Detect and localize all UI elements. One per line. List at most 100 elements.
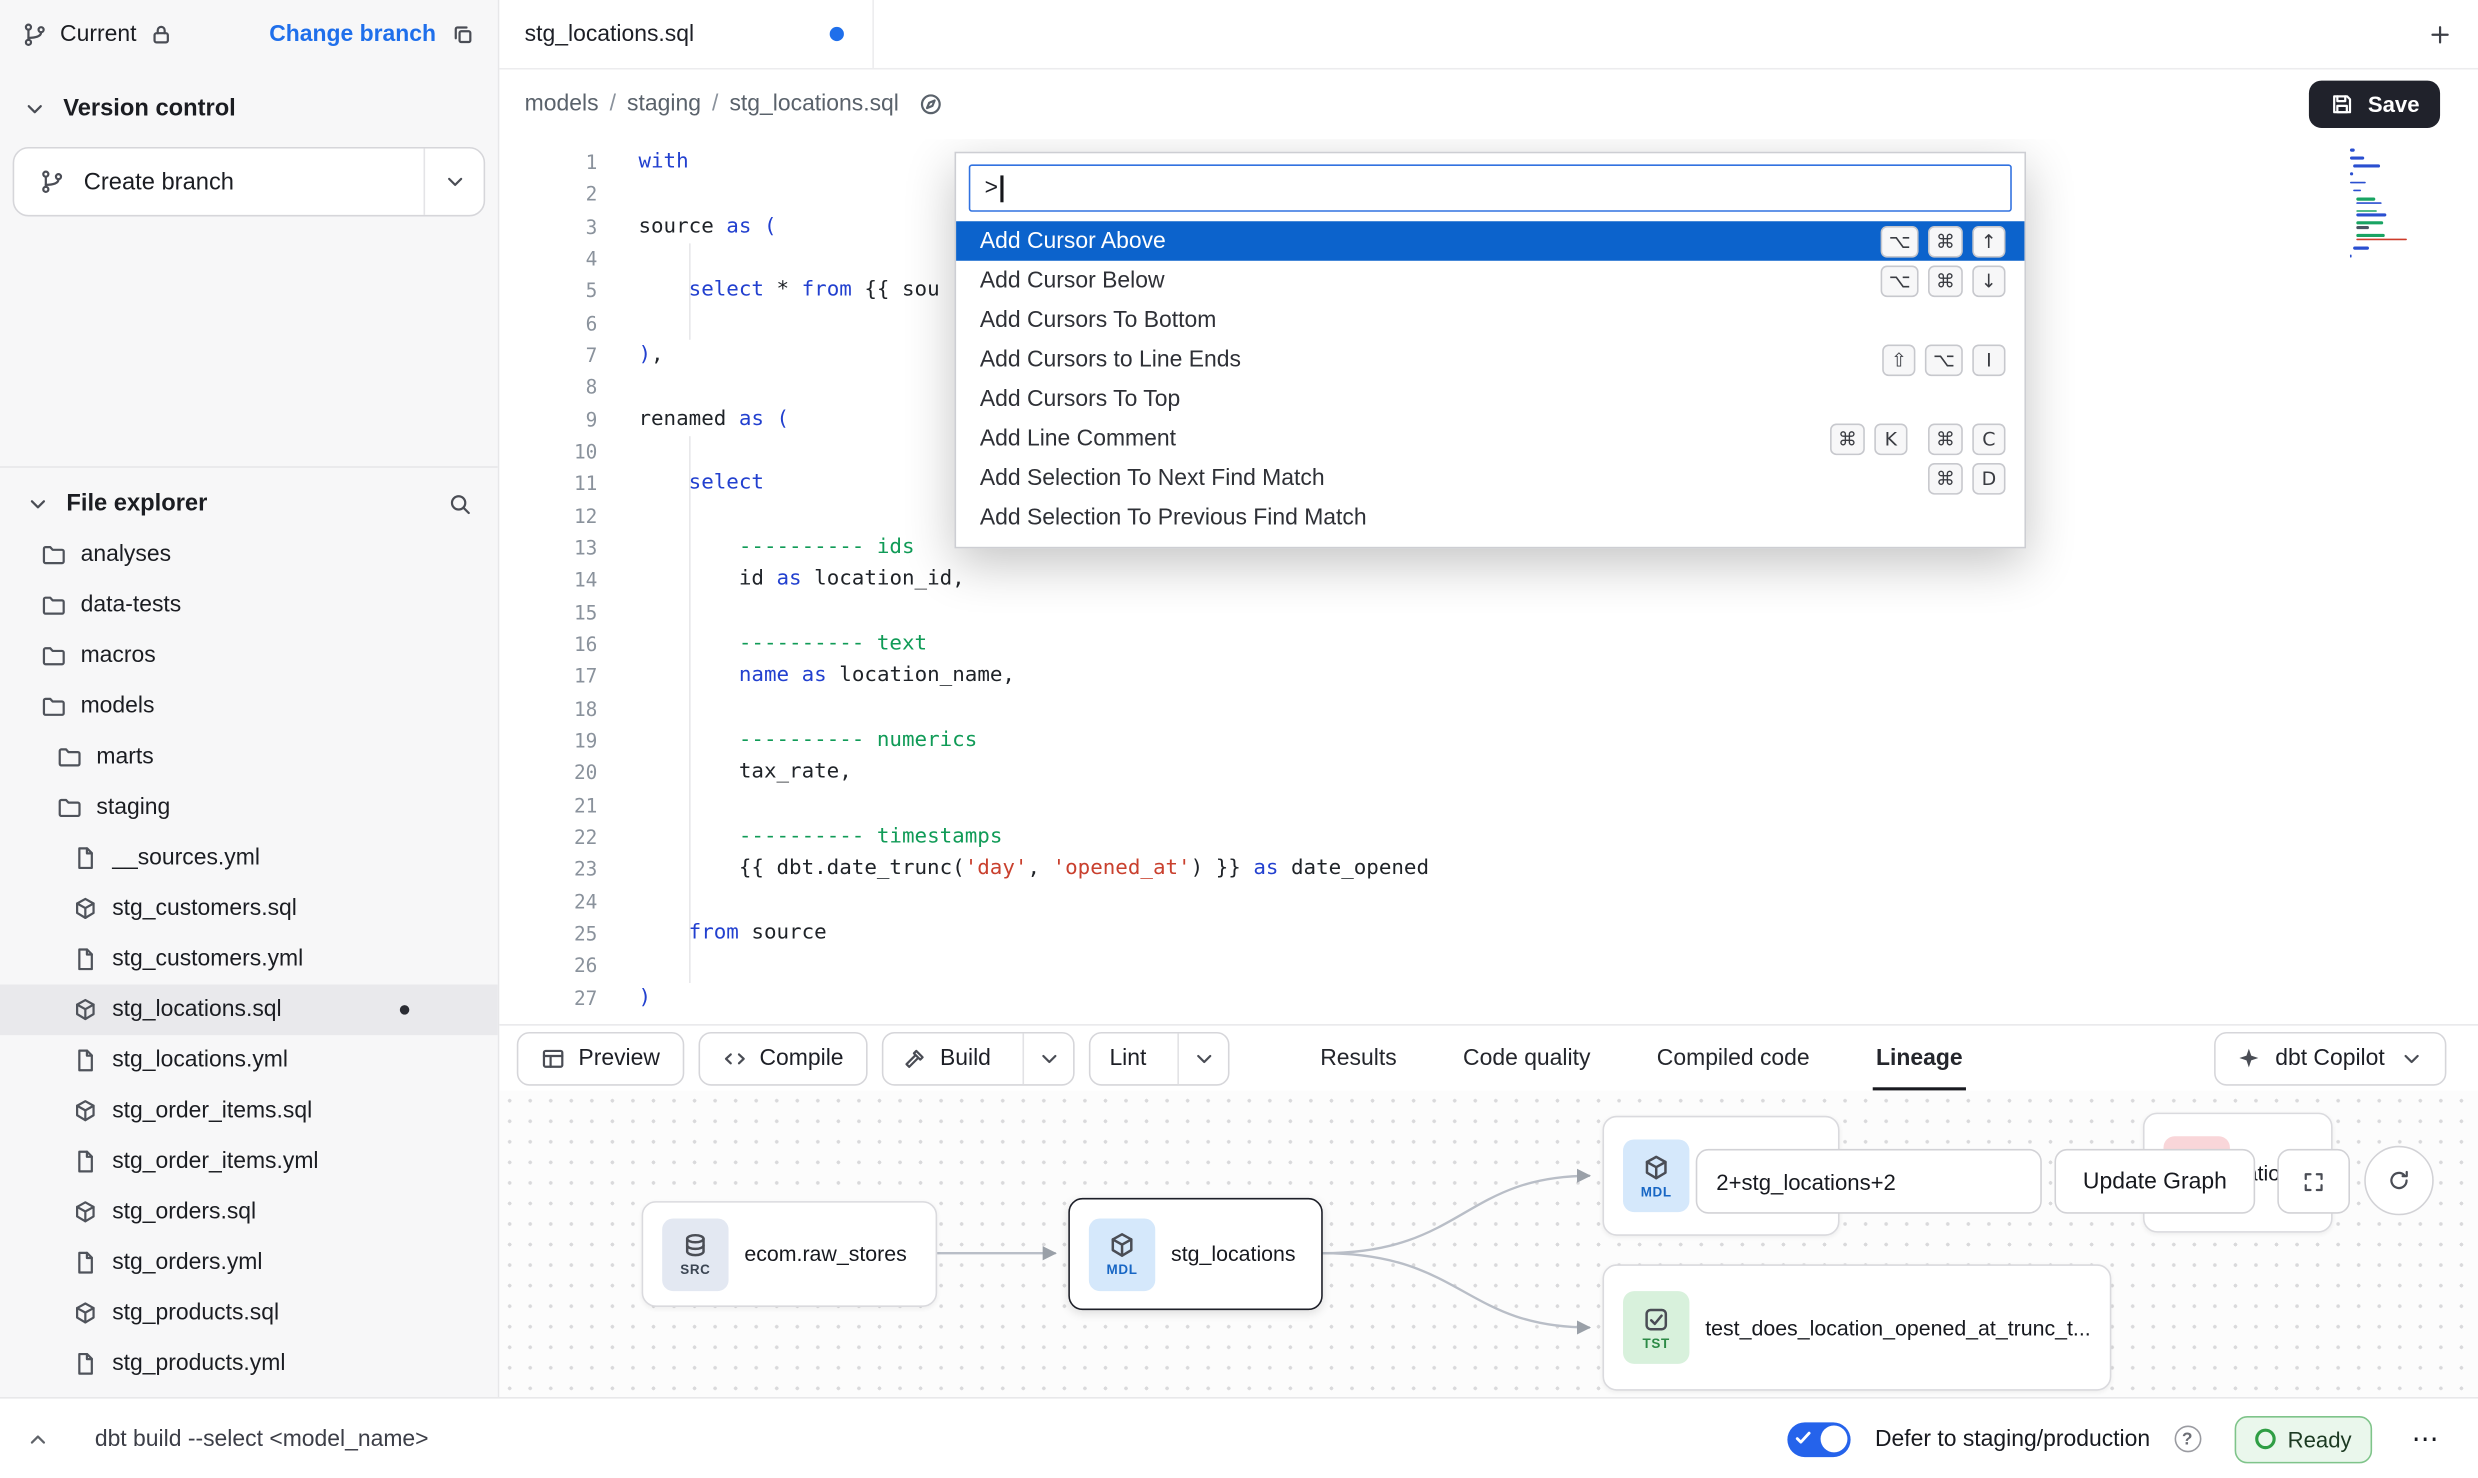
lock-icon <box>149 22 174 47</box>
tab-lineage[interactable]: Lineage <box>1876 1026 1963 1091</box>
save-button[interactable]: Save <box>2309 81 2440 128</box>
lint-button[interactable]: Lint <box>1089 1031 1230 1085</box>
git-branch-icon <box>40 169 65 194</box>
tab-compiled-code[interactable]: Compiled code <box>1657 1026 1810 1091</box>
panel-tabs: Results Code quality Compiled code Lineage <box>1320 1026 1962 1091</box>
file-icon <box>73 1048 98 1073</box>
overflow-menu-button[interactable]: ⋯ <box>2399 1417 2453 1461</box>
breadcrumb-item[interactable]: stg_locations.sql <box>729 92 898 117</box>
search-icon[interactable] <box>447 491 472 516</box>
file-item-stg_products.sql[interactable]: stg_products.sql <box>0 1288 498 1339</box>
bottom-toolbar: Preview Compile Build Lint <box>499 1024 2478 1090</box>
update-graph-button[interactable]: Update Graph <box>2054 1149 2255 1214</box>
preview-button[interactable]: Preview <box>517 1031 684 1085</box>
breadcrumb-item[interactable]: models <box>525 92 599 117</box>
current-branch-label: Current <box>60 22 136 47</box>
palette-item[interactable]: Add Line Comment⌘K⌘C <box>956 420 2024 460</box>
file-item-stg_products.yml[interactable]: stg_products.yml <box>0 1339 498 1390</box>
code-line-27: 27) <box>499 982 2478 1014</box>
file-explorer-header[interactable]: File explorer <box>0 468 498 530</box>
create-branch-button[interactable]: Create branch <box>13 147 486 217</box>
file-item-staging[interactable]: staging <box>0 782 498 833</box>
file-item-marts[interactable]: marts <box>0 732 498 783</box>
new-tab-button[interactable] <box>2427 21 2452 46</box>
change-branch-link[interactable]: Change branch <box>269 22 436 47</box>
chevron-down-icon <box>1036 1045 1061 1070</box>
cube-icon <box>1642 1153 1670 1181</box>
code-editor[interactable]: 1with23source as (45 select * from {{ so… <box>499 139 2478 1024</box>
file-item-stg_orders.sql[interactable]: stg_orders.sql <box>0 1187 498 1238</box>
tab-code-quality[interactable]: Code quality <box>1463 1026 1590 1091</box>
file-item-stg_customers.yml[interactable]: stg_customers.yml <box>0 934 498 985</box>
file-item-analyses[interactable]: analyses <box>0 529 498 580</box>
help-icon[interactable]: ? <box>2174 1425 2201 1452</box>
chevron-down-icon <box>442 169 467 194</box>
keycap: ⌘ <box>1928 225 1963 257</box>
palette-item[interactable]: Add Cursor Below⌥⌘↓ <box>956 261 2024 301</box>
palette-item[interactable]: Add Selection To Next Find Match⌘D <box>956 459 2024 499</box>
dbt-copilot-button[interactable]: dbt Copilot <box>2214 1031 2447 1085</box>
file-tree: analysesdata-testsmacrosmodelsmartsstagi… <box>0 529 498 1389</box>
command-palette-input[interactable]: > <box>969 164 2012 211</box>
status-ready-badge[interactable]: Ready <box>2234 1415 2372 1462</box>
tab-stg-locations-sql[interactable]: stg_locations.sql <box>499 0 874 68</box>
keycap: ⌘ <box>1928 265 1963 297</box>
file-icon <box>73 947 98 972</box>
save-icon <box>2330 92 2355 117</box>
defer-toggle[interactable] <box>1788 1422 1851 1457</box>
file-item-stg_orders.yml[interactable]: stg_orders.yml <box>0 1237 498 1288</box>
folder-icon <box>41 694 66 719</box>
build-dropdown[interactable] <box>1023 1033 1074 1084</box>
file-item-__sources.yml[interactable]: __sources.yml <box>0 833 498 884</box>
minimap[interactable] <box>2350 149 2407 259</box>
breadcrumb-row: models/staging/stg_locations.sql Save <box>499 70 2478 140</box>
copilot-compass-icon[interactable] <box>918 92 943 117</box>
palette-item[interactable]: Add Cursor Above⌥⌘↑ <box>956 221 2024 261</box>
version-control-header[interactable]: Version control <box>0 70 498 135</box>
refresh-button[interactable] <box>2364 1146 2434 1216</box>
chevron-down-icon <box>25 491 50 516</box>
code-line-14: 14 id as location_id, <box>499 565 2478 597</box>
keycap: ⌥ <box>1925 344 1963 376</box>
file-item-data-tests[interactable]: data-tests <box>0 580 498 631</box>
sidebar: Current Change branch Version control Cr… <box>0 0 499 1397</box>
main-area: stg_locations.sql models/staging/stg_loc… <box>499 0 2478 1397</box>
lineage-node-source[interactable]: SRC ecom.raw_stores <box>642 1201 938 1307</box>
source-badge: SRC <box>662 1218 728 1291</box>
file-item-stg_order_items.sql[interactable]: stg_order_items.sql <box>0 1086 498 1137</box>
palette-item[interactable]: Add Selection To Previous Find Match <box>956 499 2024 539</box>
keycap: ↑ <box>1972 225 2005 257</box>
copy-icon[interactable] <box>450 22 475 47</box>
chevron-up-icon[interactable] <box>25 1426 50 1451</box>
code-line-15: 15 <box>499 597 2478 629</box>
file-item-stg_locations.yml[interactable]: stg_locations.yml <box>0 1035 498 1086</box>
cli-command-text[interactable]: dbt build --select <model_name> <box>95 1426 429 1451</box>
lineage-node-test[interactable]: TST test_does_location_opened_at_trunc_t… <box>1602 1264 2111 1390</box>
model-badge: MDL <box>1623 1139 1689 1212</box>
fullscreen-button[interactable] <box>2277 1149 2350 1214</box>
chevron-down-icon <box>2399 1045 2424 1070</box>
build-button[interactable]: Build <box>881 1031 1074 1085</box>
file-item-models[interactable]: models <box>0 681 498 732</box>
code-line-25: 25 from source <box>499 918 2478 950</box>
file-item-stg_order_items.yml[interactable]: stg_order_items.yml <box>0 1136 498 1187</box>
palette-item[interactable]: Add Cursors To Top <box>956 380 2024 420</box>
file-item-stg_customers.sql[interactable]: stg_customers.sql <box>0 883 498 934</box>
tab-results[interactable]: Results <box>1320 1026 1396 1091</box>
folder-icon <box>41 542 66 567</box>
lint-dropdown[interactable] <box>1178 1033 1229 1084</box>
text-caret <box>1001 175 1003 202</box>
lineage-selector-input[interactable] <box>1696 1149 2042 1214</box>
compile-button[interactable]: Compile <box>698 1031 867 1085</box>
palette-item[interactable]: Add Cursors To Bottom <box>956 301 2024 341</box>
breadcrumb-item[interactable]: staging <box>627 92 701 117</box>
create-branch-dropdown[interactable] <box>424 149 484 215</box>
palette-item[interactable]: Add Cursors to Line Ends⇧⌥I <box>956 340 2024 380</box>
code-icon <box>722 1045 747 1070</box>
keycap: C <box>1972 424 2005 456</box>
code-line-21: 21 <box>499 789 2478 821</box>
file-item-macros[interactable]: macros <box>0 631 498 682</box>
folder-icon <box>41 593 66 618</box>
lineage-node-stg-locations[interactable]: MDL stg_locations <box>1068 1198 1322 1310</box>
file-item-stg_locations.sql[interactable]: stg_locations.sql <box>0 985 498 1036</box>
